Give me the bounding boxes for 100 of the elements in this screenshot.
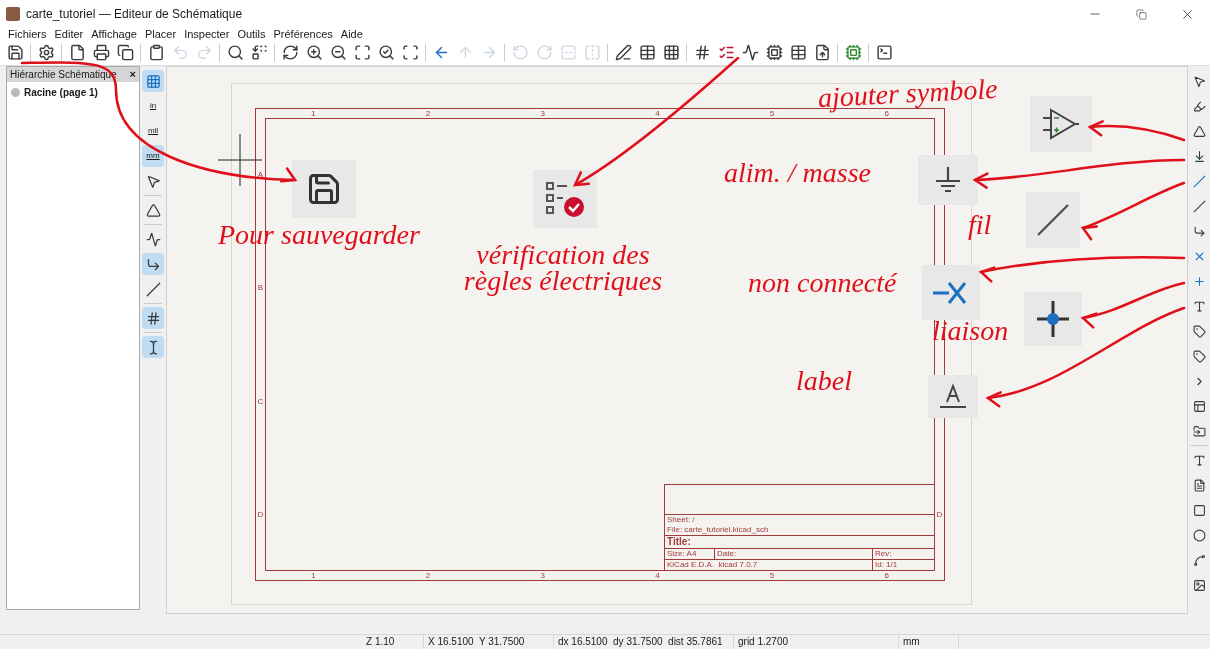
unit-button[interactable]: mil bbox=[142, 120, 164, 142]
size-label: Size: A4 bbox=[665, 549, 715, 559]
right-angle-icon bbox=[145, 256, 161, 272]
circuit-board-icon bbox=[844, 44, 862, 61]
arc-icon bbox=[1192, 553, 1206, 567]
status-field: dx 16.5100 dy 31.7500 dist 35.7861 bbox=[554, 635, 734, 649]
ruler-label: 3 bbox=[540, 571, 545, 580]
checklist-icon bbox=[717, 44, 735, 61]
id-label: Id: 1/1 bbox=[874, 560, 899, 570]
refresh-icon bbox=[281, 44, 299, 61]
generator-label: KiCad E.D.A. kicad 7.0.7 bbox=[665, 560, 873, 570]
terminal-icon bbox=[875, 44, 893, 61]
tag-icon bbox=[1192, 349, 1206, 363]
page-icon bbox=[68, 44, 86, 61]
menu-item[interactable]: Inspecter bbox=[184, 28, 230, 40]
status-field: Z 1.10 bbox=[362, 635, 424, 649]
ruler-label: A bbox=[257, 170, 264, 180]
undo-icon bbox=[171, 44, 189, 61]
ruler-label: D bbox=[257, 509, 264, 519]
handwritten-note: fil bbox=[968, 212, 993, 238]
status-field: mm bbox=[899, 635, 959, 649]
menu-item[interactable]: Aide bbox=[340, 28, 363, 40]
ruler-label: 1 bbox=[311, 571, 316, 580]
zoom-out-icon bbox=[329, 44, 347, 61]
search-icon bbox=[226, 44, 244, 61]
ruler-label: 4 bbox=[655, 571, 660, 580]
angle-90-button[interactable] bbox=[142, 253, 164, 275]
checklist-icon bbox=[533, 170, 597, 228]
unit-button[interactable]: mm bbox=[142, 145, 164, 167]
replace-icon bbox=[250, 44, 268, 61]
menu-item[interactable]: Placer bbox=[144, 28, 177, 40]
rotate-left-icon bbox=[511, 44, 529, 61]
zoom-fit-icon bbox=[353, 44, 371, 61]
sheet-icon bbox=[1192, 399, 1206, 413]
line-angle-icon bbox=[145, 231, 161, 247]
netlist-button[interactable] bbox=[142, 307, 164, 329]
rectangle-icon bbox=[1192, 503, 1206, 517]
folder-icon bbox=[1192, 424, 1206, 438]
grid-button[interactable] bbox=[142, 70, 164, 92]
grid-icon bbox=[145, 73, 161, 89]
label-icon bbox=[1192, 299, 1206, 313]
file-upload-icon bbox=[813, 44, 831, 61]
app-icon bbox=[6, 7, 20, 21]
menu-item[interactable]: Préférences bbox=[273, 28, 333, 40]
menu-item[interactable]: Affichage bbox=[91, 28, 137, 40]
junction-icon bbox=[1192, 274, 1206, 288]
circle-icon bbox=[1192, 528, 1206, 542]
pointer-icon bbox=[1192, 74, 1206, 88]
ruler-label: D bbox=[936, 509, 943, 519]
handwritten-note: non connecté bbox=[748, 270, 899, 296]
ruler-label: 2 bbox=[425, 109, 431, 118]
status-field: X 16.5100 Y 31.7500 bbox=[424, 635, 554, 649]
save-icon bbox=[6, 44, 24, 61]
wire-icon bbox=[1026, 192, 1080, 248]
close-button[interactable]: × bbox=[129, 66, 136, 83]
menu-item[interactable]: Fichiers bbox=[8, 28, 47, 40]
zoom-in-icon bbox=[305, 44, 323, 61]
zoom-objects-icon bbox=[377, 44, 395, 61]
restore-icon bbox=[1135, 8, 1147, 20]
tree-item[interactable]: Racine (page 1) bbox=[24, 85, 98, 100]
arrow-down-line-icon bbox=[1192, 149, 1206, 163]
netlist-icon bbox=[693, 44, 711, 61]
menu-item[interactable]: Outils bbox=[237, 28, 266, 40]
bullet-icon bbox=[11, 88, 20, 97]
wire-icon bbox=[1192, 174, 1206, 188]
printer-icon bbox=[92, 44, 110, 61]
table-icon bbox=[789, 44, 807, 61]
ruler-label: 3 bbox=[540, 109, 545, 118]
ruler-label: B bbox=[257, 283, 264, 293]
unit-button[interactable]: in bbox=[142, 95, 164, 117]
settings-icon bbox=[37, 44, 55, 61]
handwritten-note: ajouter symbole bbox=[817, 74, 1000, 112]
netlist-icon bbox=[145, 310, 161, 326]
ruler-label: 5 bbox=[769, 109, 775, 118]
properties-button[interactable] bbox=[142, 336, 164, 358]
handwritten-note: alim. / masse bbox=[724, 160, 872, 186]
pointer-icon bbox=[145, 173, 161, 189]
clipboard-icon bbox=[147, 44, 165, 61]
table-icon bbox=[638, 44, 656, 61]
rev-label: Rev: bbox=[874, 549, 893, 559]
bus-entry-icon bbox=[1192, 224, 1206, 238]
ruler-label: 1 bbox=[311, 109, 316, 118]
pen-icon bbox=[614, 44, 632, 61]
triangle-icon bbox=[1192, 124, 1206, 138]
no-connect-icon bbox=[922, 265, 980, 320]
redo-icon bbox=[195, 44, 213, 61]
date-label: Date: bbox=[715, 549, 873, 559]
ruler-label: 2 bbox=[425, 571, 431, 580]
window-title: carte_tutoriel — Editeur de Schématique bbox=[26, 6, 243, 23]
flip-horizontal-icon bbox=[583, 44, 601, 61]
triangle-icon bbox=[145, 202, 161, 218]
rotate-right-icon bbox=[535, 44, 553, 61]
save-icon bbox=[292, 160, 356, 218]
menu-item[interactable]: Editer bbox=[54, 28, 84, 40]
file-name: File: carte_tutoriel.kicad_sch bbox=[667, 525, 770, 535]
tag-icon bbox=[1192, 324, 1206, 338]
junction-icon bbox=[1024, 292, 1082, 346]
ruler-label: C bbox=[257, 396, 264, 406]
bus-icon bbox=[1192, 199, 1206, 213]
crosshair-cursor-icon bbox=[218, 134, 262, 186]
